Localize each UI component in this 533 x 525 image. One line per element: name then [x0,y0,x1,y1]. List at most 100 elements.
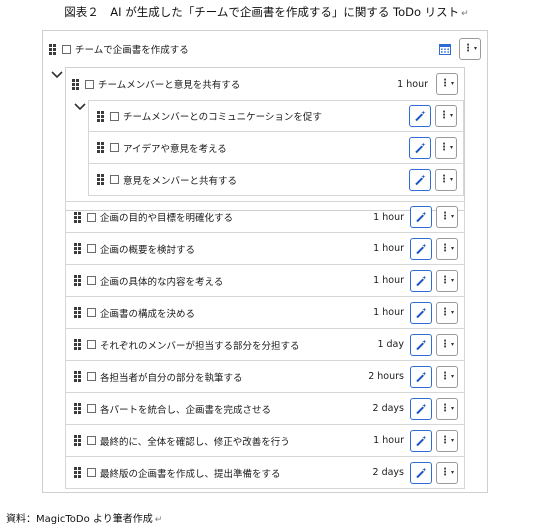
menu-button[interactable]: ⋮ ▾ [436,429,458,452]
menu-dots-icon: ⋮ [438,173,449,185]
child-task-row: チームメンバーとのコミュニケーションを促す ⋮ ▾ [88,100,464,132]
magic-wand-icon [416,275,427,286]
menu-button[interactable]: ⋮ ▾ [436,397,458,420]
drag-handle-icon[interactable] [74,243,82,254]
drag-handle-icon[interactable] [49,43,57,55]
magic-button[interactable] [410,237,432,260]
magic-button[interactable] [410,301,432,324]
menu-button[interactable]: ⋮ ▾ [436,461,458,484]
magic-button[interactable] [410,365,432,388]
chevron-down-icon: ▾ [449,112,453,119]
child-task-label: チームメンバーとのコミュニケーションを促す [123,112,322,123]
magic-button[interactable] [410,269,432,292]
subtask-label: 最終的に、全体を確認し、修正や改善を行う [100,436,290,448]
magic-wand-icon [416,307,427,318]
subtask-label: 最終版の企画書を作成し、提出準備をする [100,468,281,480]
drag-handle-icon[interactable] [74,275,82,286]
task-checkbox[interactable] [87,468,96,477]
magic-button[interactable] [410,333,432,356]
subtask-row: 各担当者が自分の部分を執筆する 2 hours ⋮ ▾ [65,361,465,393]
subtask-row: 企画の概要を検討する 1 hour ⋮ ▾ [65,233,465,265]
magic-button[interactable] [409,168,431,191]
drag-handle-icon[interactable] [74,307,82,318]
root-menu-button[interactable]: ⋮ ▾ [459,38,481,60]
subtask-row: 最終版の企画書を作成し、提出準備をする 2 days ⋮ ▾ [65,457,465,489]
chevron-down-icon: ▾ [450,213,454,220]
chevron-down-icon: ▾ [449,175,453,183]
todo-list-panel: チームで企画書を作成する ⋮ ▾ チームメンバーと意見を共有する 1 hour ⋮… [42,30,488,493]
magic-button[interactable] [409,136,431,159]
menu-button[interactable]: ⋮ ▾ [436,73,458,95]
child-task-label: アイデアや意見を考える [123,143,227,155]
menu-dots-icon: ⋮ [439,466,450,478]
magic-button[interactable] [410,206,432,228]
drag-handle-icon[interactable] [97,174,105,185]
task-checkbox[interactable] [62,44,71,54]
duration-label: 1 hour [373,435,404,446]
subtask-label: 各パートを統合し、企画書を完成させる [100,404,272,416]
drag-handle-icon[interactable] [74,371,82,382]
subtask-row: それぞれのメンバーが担当する部分を分担する 1 day ⋮ ▾ [65,329,465,361]
subtask-group-1: チームメンバーと意見を共有する 1 hour ⋮ ▾ チームメンバーとのコミュニケ… [65,67,465,211]
magic-wand-icon [416,371,427,382]
magic-wand-icon [416,339,427,350]
task-checkbox[interactable] [110,175,119,184]
subtask-label: 企画の概要を検討する [100,244,196,256]
magic-button[interactable] [410,429,432,452]
child-task-label: 意見をメンバーと共有する [123,175,238,187]
chevron-down-icon: ▾ [450,80,454,87]
menu-dots-icon: ⋮ [439,78,450,89]
subtask-label: 企画の目的や目標を明確化する [100,213,234,224]
drag-handle-icon[interactable] [74,339,82,350]
chevron-down-icon: ▾ [450,308,454,316]
chevron-down-icon: ▾ [450,404,454,412]
task-checkbox[interactable] [87,372,96,381]
task-checkbox[interactable] [87,212,96,222]
drag-handle-icon[interactable] [74,435,82,446]
task-checkbox[interactable] [110,111,119,121]
task-checkbox[interactable] [87,404,96,413]
task-checkbox[interactable] [110,143,119,152]
menu-button[interactable]: ⋮ ▾ [435,105,457,127]
task-checkbox[interactable] [87,276,96,285]
subtask-row: 企画の目的や目標を明確化する 1 hour ⋮ ▾ [65,201,465,233]
magic-wand-icon [416,243,427,254]
menu-button[interactable]: ⋮ ▾ [435,136,457,159]
source-caption: 資料：MagicToDo より筆者作成 ↵ [6,514,163,525]
menu-button[interactable]: ⋮ ▾ [436,237,458,260]
calendar-icon[interactable] [439,43,451,55]
duration-label: 1 hour [373,243,404,254]
duration-label: 2 days [372,403,405,414]
chevron-down-icon: ▾ [450,276,454,284]
magic-button[interactable] [409,105,431,127]
magic-button[interactable] [410,461,432,484]
menu-button[interactable]: ⋮ ▾ [436,365,458,388]
drag-handle-icon[interactable] [97,110,105,122]
drag-handle-icon[interactable] [74,403,82,414]
menu-button[interactable]: ⋮ ▾ [435,168,457,191]
task-checkbox[interactable] [85,79,94,89]
menu-dots-icon: ⋮ [439,338,450,350]
chevron-down-icon: ▾ [450,340,454,348]
menu-button[interactable]: ⋮ ▾ [436,333,458,356]
task-checkbox[interactable] [87,436,96,445]
task-checkbox[interactable] [87,308,96,317]
menu-dots-icon: ⋮ [439,274,450,286]
magic-wand-icon [415,174,426,185]
child-task-row: 意見をメンバーと共有する ⋮ ▾ [88,164,464,196]
drag-handle-icon[interactable] [72,78,80,90]
chevron-down-icon: ▾ [450,468,454,476]
menu-button[interactable]: ⋮ ▾ [436,206,458,228]
magic-button[interactable] [410,397,432,420]
drag-handle-icon[interactable] [97,142,105,153]
menu-button[interactable]: ⋮ ▾ [436,269,458,292]
task-checkbox[interactable] [87,244,96,253]
drag-handle-icon[interactable] [74,211,82,223]
collapse-chevron-icon[interactable] [51,71,63,79]
menu-button[interactable]: ⋮ ▾ [436,301,458,324]
task-checkbox[interactable] [87,340,96,349]
collapse-chevron-icon[interactable] [74,103,86,111]
drag-handle-icon[interactable] [74,467,82,478]
subtask-label: 各担当者が自分の部分を執筆する [100,372,243,384]
duration-label: 2 hours [368,371,404,382]
